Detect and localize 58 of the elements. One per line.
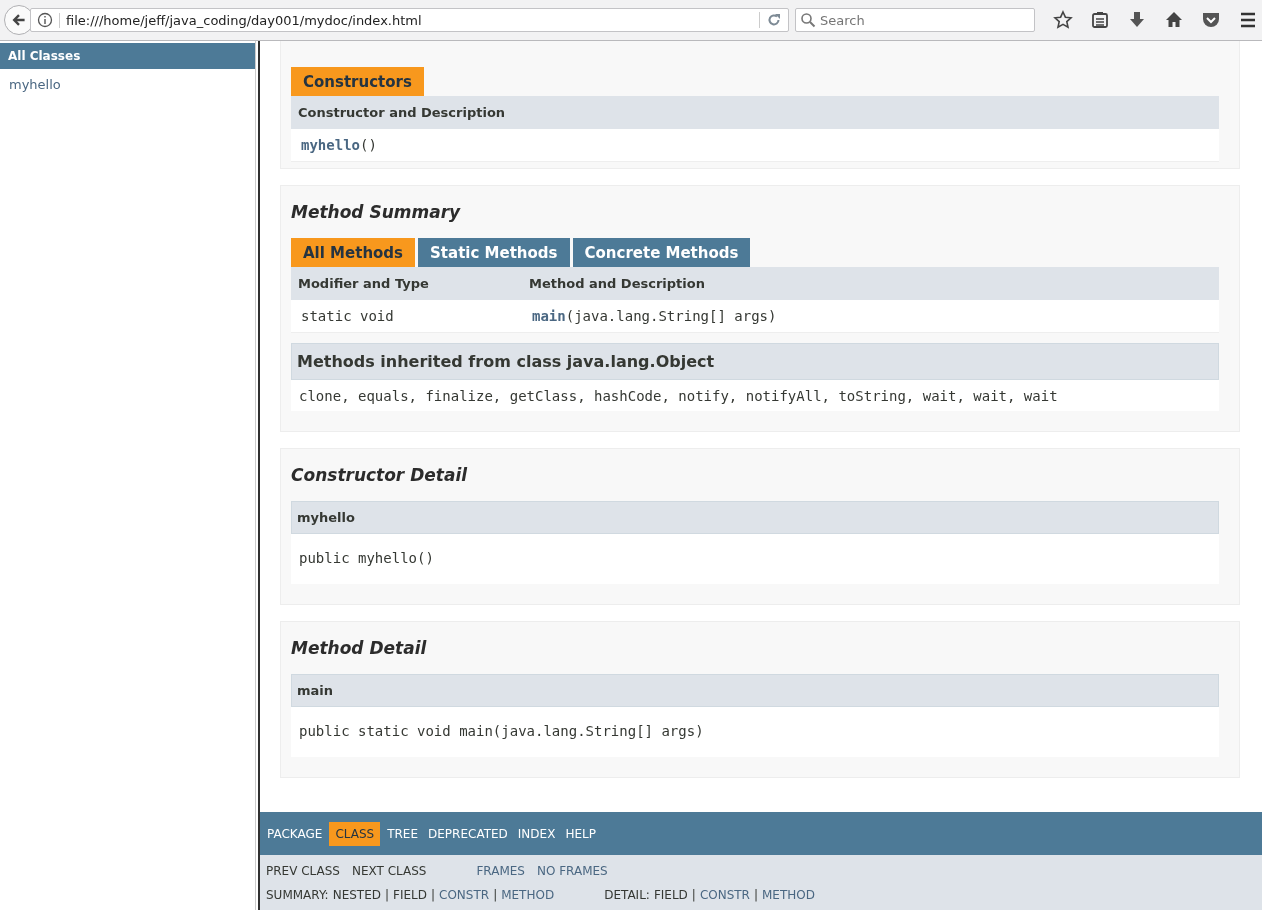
separator: |	[493, 888, 498, 902]
nav-item[interactable]: INDEX	[514, 821, 559, 846]
pocket-icon[interactable]	[1201, 10, 1221, 30]
nav-link[interactable]: CONSTR	[699, 888, 750, 902]
method-tab[interactable]: Concrete Methods	[572, 238, 751, 267]
nav-label: SUMMARY:	[266, 888, 329, 902]
nav-label: PREV CLASS	[266, 864, 340, 878]
nav-label: NESTED	[332, 888, 381, 902]
nav-link[interactable]: NO FRAMES	[537, 864, 608, 878]
nav-link[interactable]: CONSTR	[439, 888, 490, 902]
reload-icon[interactable]	[766, 12, 782, 28]
member-name: myhello	[291, 501, 1219, 534]
info-icon[interactable]	[37, 12, 53, 28]
nav-label: FIELD	[393, 888, 427, 902]
table-header: Constructor and Description	[291, 96, 1219, 129]
class-link[interactable]: myhello	[0, 69, 255, 100]
table-caption: Constructors	[291, 67, 424, 96]
address-bar[interactable]: file:///home/jeff/java_coding/day001/mydoc/index.html	[30, 8, 789, 32]
member-signature: public static void main(java.lang.String[] args)	[291, 707, 1219, 757]
section-title: Method Detail	[291, 638, 428, 658]
member-name: main	[291, 674, 1219, 707]
nav-item[interactable]: HELP	[562, 821, 599, 846]
inherited-header: Methods inherited from class java.lang.Object	[291, 343, 1219, 380]
nav-item[interactable]: TREE	[384, 821, 422, 846]
section-title: Method Summary	[291, 202, 462, 222]
nav-item[interactable]: PACKAGE	[264, 821, 326, 846]
method-tab[interactable]: Static Methods	[418, 238, 570, 267]
home-icon[interactable]	[1164, 10, 1184, 30]
clipboard-icon[interactable]	[1090, 10, 1110, 30]
separator: |	[385, 888, 390, 902]
nav-link[interactable]: METHOD	[501, 888, 555, 902]
column-header: Method and Description	[529, 276, 705, 291]
all-classes-header: All Classes	[0, 43, 255, 69]
column-header: Modifier and Type	[298, 276, 430, 291]
method-tab[interactable]: All Methods	[291, 238, 416, 267]
separator: |	[431, 888, 436, 902]
separator: |	[691, 888, 696, 902]
search-field[interactable]: Search	[795, 8, 1035, 32]
nav-item[interactable]: CLASS	[329, 821, 381, 846]
nav-label: DETAIL:	[604, 888, 650, 902]
url-text: file:///home/jeff/java_coding/day001/mydoc/index.html	[59, 12, 753, 28]
nav-label: NEXT CLASS	[351, 864, 427, 878]
inherited-methods: clone, equals, finalize, getClass, hashCode, notify, notifyAll, toString, wait, wait, wait	[291, 380, 1219, 411]
section-title: Constructor Detail	[291, 465, 469, 485]
nav-link[interactable]: FRAMES	[476, 864, 525, 878]
menu-icon[interactable]	[1238, 10, 1258, 30]
constructor-link[interactable]: myhello	[301, 137, 360, 153]
separator: |	[753, 888, 758, 902]
table-cell-text: static void	[301, 308, 395, 324]
table-cell: myhello()	[291, 129, 1219, 162]
table-cell: main(java.lang.String[] args)	[532, 308, 777, 324]
nav-item[interactable]: DEPRECATED	[425, 821, 511, 846]
nav-label: FIELD	[653, 888, 688, 902]
member-signature: public myhello()	[291, 534, 1219, 584]
method-name-link[interactable]: main	[532, 308, 566, 324]
star-icon[interactable]	[1053, 10, 1073, 30]
nav-link[interactable]: METHOD	[762, 888, 815, 902]
search-icon	[800, 12, 816, 28]
